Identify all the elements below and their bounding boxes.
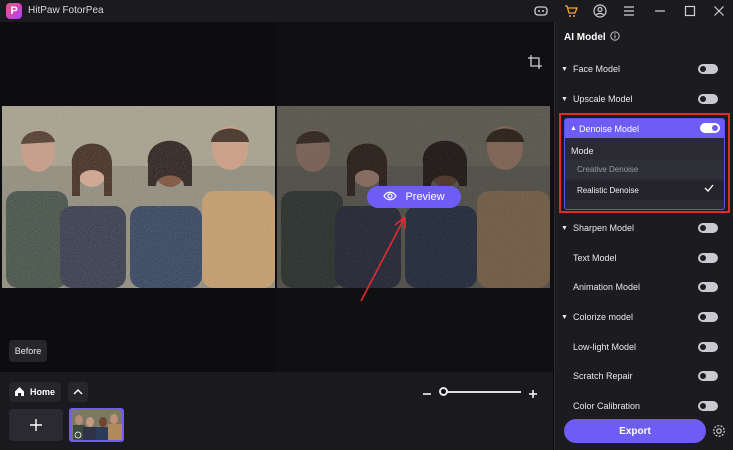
preview-button[interactable]: Preview [367,186,461,208]
model-row-upscale[interactable]: ▼ Upscale Model [561,87,728,111]
caret-up-icon: ▲ [570,125,577,132]
app-logo: P [6,3,22,19]
animation-model-toggle[interactable] [698,282,718,292]
text-model-toggle[interactable] [698,253,718,263]
denoise-highlight-box: ▲ Denoise Model Mode Creative Denoise Re… [559,113,730,213]
model-row-color-calibration[interactable]: Color Calibration [561,394,728,418]
chevron-up-icon [73,389,83,395]
model-row-scratch[interactable]: Scratch Repair [561,364,728,388]
plus-icon [30,419,42,431]
checkmark-icon [704,184,714,194]
home-label: Home [30,387,56,397]
model-row-sharpen[interactable]: ▼ Sharpen Model [561,216,728,240]
option-realistic-denoise[interactable]: Realistic Denoise [565,181,724,200]
before-photo [2,106,275,288]
ai-model-panel: AI Model ▼ Face Model ▼ Upscale Model ▲ … [554,22,733,450]
collapse-button[interactable] [68,382,88,402]
zoom-slider-handle[interactable] [439,387,448,396]
colorize-model-toggle[interactable] [698,312,718,322]
model-row-face[interactable]: ▼ Face Model [561,57,728,81]
upscale-model-toggle[interactable] [698,94,718,104]
app-title: HitPaw FotorPea [28,5,104,16]
caret-down-icon: ▼ [561,224,568,232]
title-bar: P HitPaw FotorPea [0,0,733,22]
option-creative-denoise[interactable]: Creative Denoise [565,160,724,179]
close-icon[interactable] [711,3,727,19]
export-button[interactable]: Export [564,419,706,443]
denoise-model-header[interactable]: ▲ Denoise Model [565,119,724,138]
face-model-toggle[interactable] [698,64,718,74]
home-button[interactable]: Home [9,382,61,402]
zoom-slider[interactable] [443,391,521,393]
scratch-repair-toggle[interactable] [698,371,718,381]
eye-icon [383,191,398,204]
model-row-animation[interactable]: Animation Model [561,275,728,299]
denoise-model-card: ▲ Denoise Model Mode Creative Denoise Re… [564,118,725,210]
crop-icon[interactable] [528,55,542,69]
bottom-bar: Home [0,372,553,450]
caret-down-icon: ▼ [561,95,568,103]
home-icon [14,386,25,399]
add-image-button[interactable] [9,409,63,441]
caret-down-icon: ▼ [561,313,568,321]
cart-icon[interactable] [563,3,579,19]
caret-down-icon: ▼ [561,65,568,73]
before-button[interactable]: Before [9,340,47,362]
image-thumbnail[interactable] [69,408,124,442]
zoom-in-icon[interactable] [528,386,538,398]
model-row-text[interactable]: Text Model [561,246,728,270]
denoise-model-toggle[interactable] [700,123,720,133]
user-icon[interactable] [592,3,608,19]
maximize-icon[interactable] [682,3,698,19]
color-calibration-toggle[interactable] [698,401,718,411]
zoom-out-icon[interactable] [422,386,432,396]
model-row-colorize[interactable]: ▼ Colorize model [561,305,728,329]
model-row-lowlight[interactable]: Low-light Model [561,335,728,359]
mode-label: Mode [571,146,594,156]
lowlight-model-toggle[interactable] [698,342,718,352]
menu-icon[interactable] [621,3,637,19]
panel-title: AI Model [564,31,620,44]
gear-icon[interactable] [712,424,726,438]
info-icon[interactable] [610,31,620,44]
preview-label: Preview [405,191,445,203]
discord-icon[interactable] [533,3,549,19]
sharpen-model-toggle[interactable] [698,223,718,233]
annotation-arrow [360,216,406,302]
minimize-icon[interactable] [652,3,668,19]
